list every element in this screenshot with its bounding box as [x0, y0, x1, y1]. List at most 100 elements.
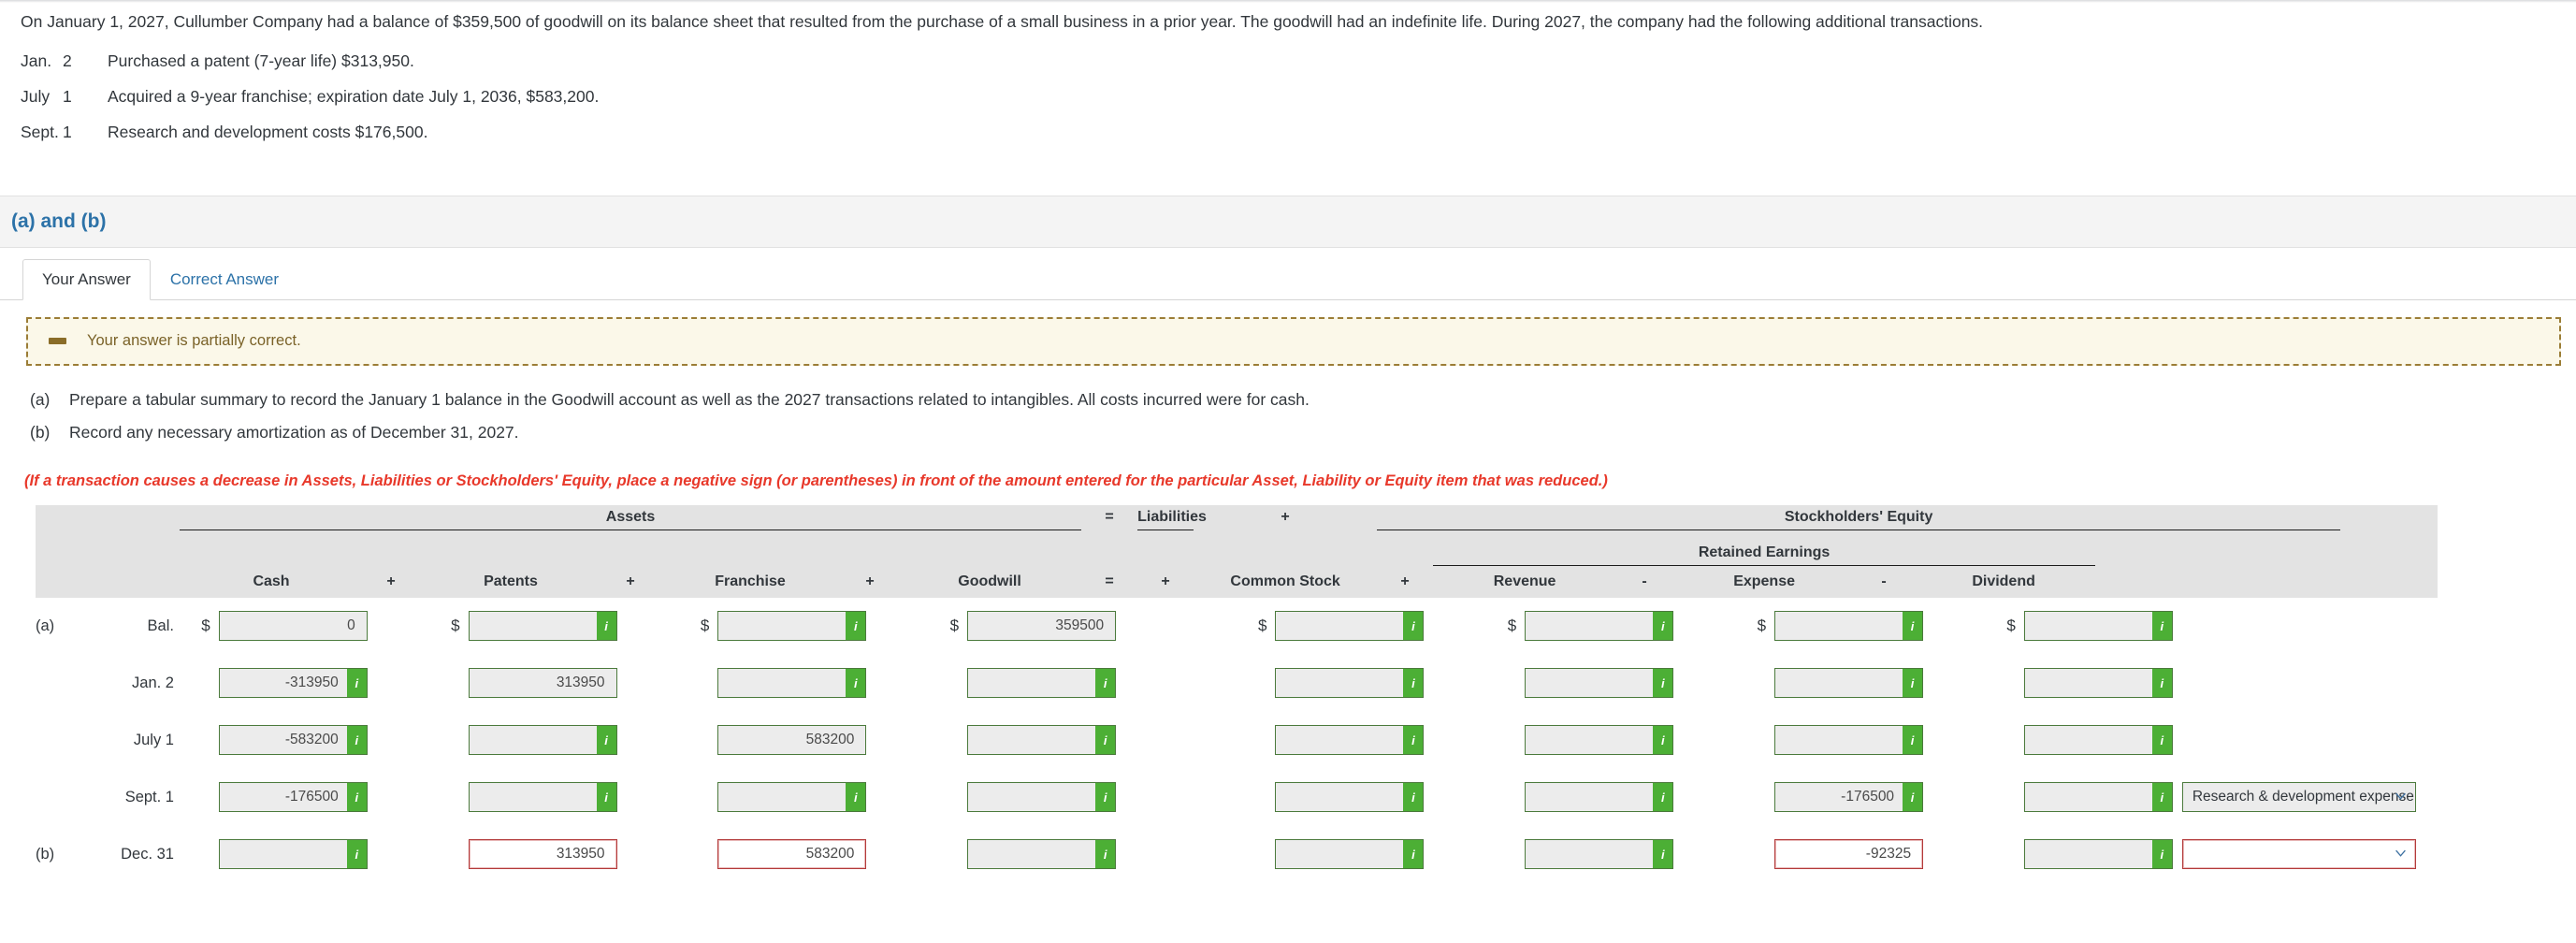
info-icon[interactable]: i — [2151, 782, 2173, 813]
info-icon[interactable]: i — [1403, 611, 1425, 642]
expense-field[interactable]: i — [1774, 668, 1924, 699]
goodwill-field[interactable]: i — [967, 725, 1117, 756]
common-stock-input[interactable] — [1275, 782, 1404, 813]
account-select[interactable]: Research & development expense — [2181, 782, 2416, 813]
franchise-input[interactable]: 583200 — [717, 725, 867, 756]
revenue-input[interactable] — [1525, 725, 1654, 756]
info-icon[interactable]: i — [596, 611, 617, 642]
patents-input[interactable] — [468, 782, 597, 813]
info-icon[interactable]: i — [1903, 782, 1924, 813]
revenue-input[interactable] — [1525, 839, 1654, 870]
patents-field[interactable]: 313950 — [468, 668, 617, 699]
dividend-input[interactable] — [2023, 782, 2152, 813]
dividend-input[interactable] — [2023, 839, 2152, 870]
dividend-input[interactable] — [2023, 725, 2152, 756]
common-stock-field[interactable]: i — [1275, 782, 1425, 813]
cash-field[interactable]: -313950 i — [218, 668, 368, 699]
cash-field[interactable]: -583200 i — [218, 725, 368, 756]
info-icon[interactable]: i — [346, 782, 368, 813]
cash-input[interactable]: -583200 — [218, 725, 347, 756]
info-icon[interactable]: i — [1903, 725, 1924, 756]
info-icon[interactable]: i — [1653, 782, 1674, 813]
goodwill-field[interactable]: i — [967, 668, 1117, 699]
info-icon[interactable]: i — [1095, 725, 1117, 756]
common-stock-field[interactable]: i — [1275, 725, 1425, 756]
cash-field[interactable]: -176500 i — [218, 782, 368, 813]
info-icon[interactable]: i — [1403, 782, 1425, 813]
goodwill-field[interactable]: 359500 — [967, 611, 1117, 642]
expense-field[interactable]: -176500 i — [1774, 782, 1924, 813]
goodwill-input[interactable] — [967, 668, 1096, 699]
expense-field[interactable]: -92325 — [1774, 839, 1924, 870]
info-icon[interactable]: i — [846, 668, 867, 699]
account-select[interactable] — [2181, 839, 2416, 870]
revenue-field[interactable]: i — [1525, 668, 1674, 699]
patents-input[interactable]: 313950 — [468, 668, 617, 699]
revenue-field[interactable]: i — [1525, 611, 1674, 642]
revenue-input[interactable] — [1525, 611, 1654, 642]
goodwill-field[interactable]: i — [967, 782, 1117, 813]
cash-input[interactable] — [218, 839, 347, 870]
info-icon[interactable]: i — [1653, 725, 1674, 756]
patents-input[interactable]: 313950 — [468, 839, 617, 870]
info-icon[interactable]: i — [846, 611, 867, 642]
info-icon[interactable]: i — [1403, 668, 1425, 699]
franchise-field[interactable]: i — [717, 782, 867, 813]
info-icon[interactable]: i — [1903, 611, 1924, 642]
expense-input[interactable]: -92325 — [1774, 839, 1924, 870]
dividend-field[interactable]: i — [2023, 782, 2173, 813]
info-icon[interactable]: i — [2151, 725, 2173, 756]
franchise-field[interactable]: 583200 — [717, 725, 867, 756]
patents-field[interactable]: i — [468, 782, 617, 813]
info-icon[interactable]: i — [1095, 668, 1117, 699]
info-icon[interactable]: i — [1903, 668, 1924, 699]
info-icon[interactable]: i — [1403, 725, 1425, 756]
franchise-field[interactable]: i — [717, 668, 867, 699]
patents-field[interactable]: i — [468, 725, 617, 756]
info-icon[interactable]: i — [346, 839, 368, 870]
info-icon[interactable]: i — [1095, 782, 1117, 813]
goodwill-input[interactable]: 359500 — [967, 611, 1117, 642]
info-icon[interactable]: i — [2151, 839, 2173, 870]
expense-input[interactable]: -176500 — [1774, 782, 1903, 813]
cash-field[interactable]: i — [218, 839, 368, 870]
franchise-input[interactable]: 583200 — [717, 839, 867, 870]
common-stock-input[interactable] — [1275, 668, 1404, 699]
patents-field[interactable]: i — [468, 611, 617, 642]
revenue-field[interactable]: i — [1525, 725, 1674, 756]
info-icon[interactable]: i — [1653, 839, 1674, 870]
tab-correct-answer[interactable]: Correct Answer — [151, 259, 298, 300]
info-icon[interactable]: i — [346, 668, 368, 699]
dividend-input[interactable] — [2023, 611, 2152, 642]
expense-field[interactable]: i — [1774, 611, 1924, 642]
franchise-field[interactable]: i — [717, 611, 867, 642]
patents-input[interactable] — [468, 725, 597, 756]
cash-input[interactable]: 0 — [218, 611, 368, 642]
common-stock-field[interactable]: i — [1275, 839, 1425, 870]
goodwill-input[interactable] — [967, 725, 1096, 756]
info-icon[interactable]: i — [1653, 611, 1674, 642]
patents-field[interactable]: 313950 — [468, 839, 617, 870]
info-icon[interactable]: i — [2151, 611, 2173, 642]
info-icon[interactable]: i — [1653, 668, 1674, 699]
common-stock-input[interactable] — [1275, 611, 1404, 642]
common-stock-field[interactable]: i — [1275, 668, 1425, 699]
info-icon[interactable]: i — [846, 782, 867, 813]
common-stock-input[interactable] — [1275, 725, 1404, 756]
expense-input[interactable] — [1774, 668, 1903, 699]
info-icon[interactable]: i — [1095, 839, 1117, 870]
expense-input[interactable] — [1774, 725, 1903, 756]
info-icon[interactable]: i — [596, 782, 617, 813]
dividend-field[interactable]: i — [2023, 839, 2173, 870]
dividend-input[interactable] — [2023, 668, 2152, 699]
tab-your-answer[interactable]: Your Answer — [22, 258, 151, 300]
patents-input[interactable] — [468, 611, 597, 642]
cash-field[interactable]: 0 — [218, 611, 368, 642]
cash-input[interactable]: -313950 — [218, 668, 347, 699]
cash-input[interactable]: -176500 — [218, 782, 347, 813]
goodwill-field[interactable]: i — [967, 839, 1117, 870]
revenue-input[interactable] — [1525, 668, 1654, 699]
dividend-field[interactable]: i — [2023, 668, 2173, 699]
info-icon[interactable]: i — [346, 725, 368, 756]
info-icon[interactable]: i — [596, 725, 617, 756]
